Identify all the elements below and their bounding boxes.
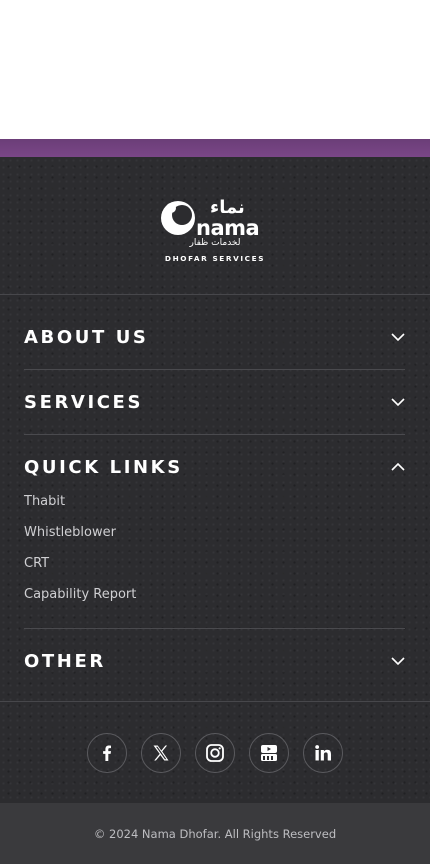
- quick-link-capability-report[interactable]: Capability Report: [24, 587, 136, 602]
- chevron-down-icon: [391, 398, 405, 407]
- copyright-bar: © 2024 Nama Dhofar. All Rights Reserved: [0, 803, 430, 864]
- section-title: OTHER: [24, 650, 106, 672]
- x-twitter-icon: [153, 745, 169, 761]
- divider: [0, 294, 430, 295]
- quick-link-thabit[interactable]: Thabit: [24, 494, 65, 509]
- chevron-up-icon: [391, 462, 405, 471]
- accent-band: [0, 139, 430, 157]
- linkedin-icon: [315, 745, 331, 761]
- chevron-down-icon: [391, 657, 405, 666]
- youtube-link[interactable]: [249, 733, 289, 773]
- section-title: QUICK LINKS: [24, 456, 183, 478]
- accordion-services[interactable]: SERVICES: [24, 387, 405, 417]
- logo-latin-wordmark: nama: [196, 216, 260, 240]
- divider: [24, 369, 405, 370]
- section-title: ABOUT US: [24, 326, 149, 348]
- quick-link-crt[interactable]: CRT: [24, 556, 49, 571]
- x-twitter-link[interactable]: [141, 733, 181, 773]
- divider: [24, 434, 405, 435]
- logo-tagline: DHOFAR SERVICES: [164, 254, 266, 263]
- page-content-area: [0, 0, 430, 139]
- divider: [0, 701, 430, 702]
- accordion-quick-links[interactable]: QUICK LINKS: [24, 452, 405, 482]
- divider: [24, 628, 405, 629]
- logo-mark-icon: [161, 201, 195, 235]
- logo-arabic-wordmark: نماء: [210, 197, 245, 218]
- section-title: SERVICES: [24, 391, 144, 413]
- youtube-icon: [261, 745, 277, 761]
- nama-logo[interactable]: نماء nama لخدمات ظفار DHOFAR SERVICES: [158, 197, 272, 266]
- chevron-down-icon: [391, 333, 405, 342]
- accordion-other[interactable]: OTHER: [24, 646, 405, 676]
- instagram-icon: [206, 744, 224, 762]
- site-footer: نماء nama لخدمات ظفار DHOFAR SERVICES AB…: [0, 157, 430, 803]
- accordion-about-us[interactable]: ABOUT US: [24, 322, 405, 352]
- logo-arabic-subtitle: لخدمات ظفار: [189, 238, 241, 248]
- instagram-link[interactable]: [195, 733, 235, 773]
- social-links: [0, 733, 430, 773]
- copyright-text: © 2024 Nama Dhofar. All Rights Reserved: [93, 826, 337, 841]
- facebook-icon: [103, 745, 111, 761]
- quick-link-whistleblower[interactable]: Whistleblower: [24, 525, 116, 540]
- linkedin-link[interactable]: [303, 733, 343, 773]
- facebook-link[interactable]: [87, 733, 127, 773]
